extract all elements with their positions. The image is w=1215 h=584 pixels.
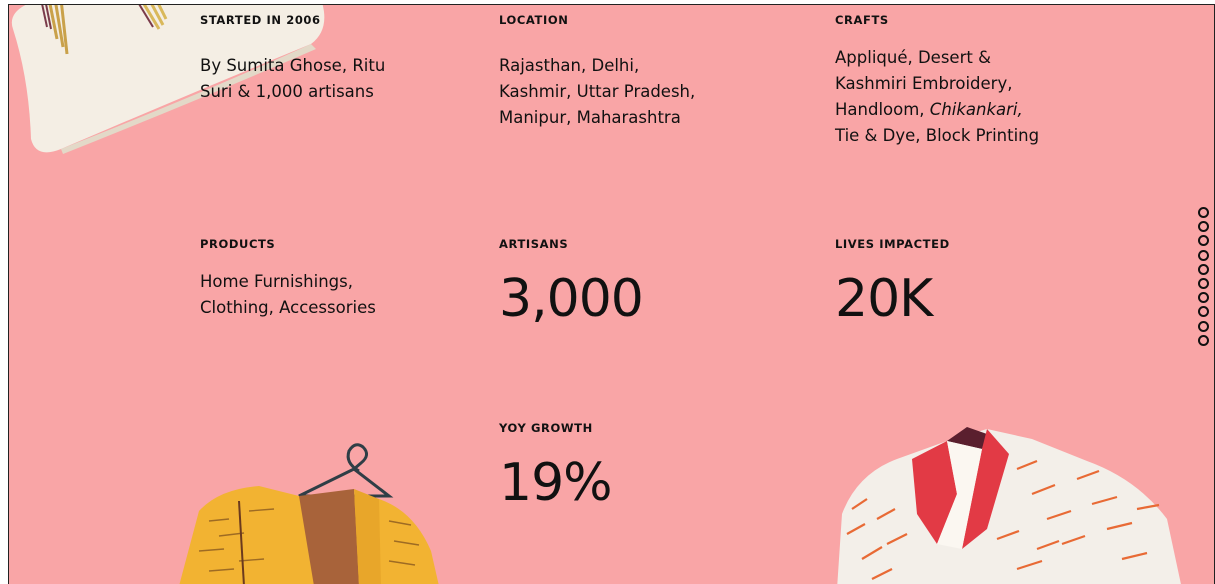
stat-location: LOCATION Rajasthan, Delhi, Kashmir, Utta…: [499, 13, 779, 131]
stat-value: 3,000: [499, 269, 644, 329]
text-line: Appliqué, Desert &: [835, 48, 991, 67]
nav-dot-icon[interactable]: [1198, 221, 1209, 233]
stat-lives-impacted: LIVES IMPACTED 20K: [835, 237, 1115, 327]
stat-label: CRAFTS: [835, 13, 889, 27]
text-line: Clothing, Accessories: [200, 298, 376, 317]
text-italic: Chikankari,: [929, 100, 1023, 119]
kurta-garment-image: [837, 427, 1181, 584]
stat-description: Home Furnishings, Clothing, Accessories: [200, 269, 460, 321]
text-line: Manipur, Maharashtra: [499, 108, 681, 127]
stat-description: Rajasthan, Delhi, Kashmir, Uttar Pradesh…: [499, 53, 779, 131]
nav-dot-icon[interactable]: [1198, 249, 1209, 261]
stat-label: LIVES IMPACTED: [835, 237, 950, 251]
text-line: Suri & 1,000 artisans: [200, 82, 374, 101]
stat-label: STARTED IN 2006: [200, 13, 321, 27]
stat-label: LOCATION: [499, 13, 569, 27]
text-line: Kashmir, Uttar Pradesh,: [499, 82, 696, 101]
nav-dot-icon[interactable]: [1198, 334, 1209, 346]
stat-value: 20K: [835, 269, 933, 329]
stat-description: By Sumita Ghose, Ritu Suri & 1,000 artis…: [200, 53, 460, 105]
nav-dot-icon[interactable]: [1198, 263, 1209, 275]
nav-dot-icon[interactable]: [1198, 292, 1209, 304]
stat-products: PRODUCTS Home Furnishings, Clothing, Acc…: [200, 237, 460, 321]
text-line: Handloom, Chikankari,: [835, 97, 1155, 123]
text-segment: Handloom,: [835, 100, 930, 119]
nav-dot-icon[interactable]: [1198, 306, 1209, 318]
nav-dot-icon[interactable]: [1198, 277, 1209, 289]
text-line: By Sumita Ghose, Ritu: [200, 56, 386, 75]
stat-started: STARTED IN 2006 By Sumita Ghose, Ritu Su…: [200, 13, 460, 105]
nav-dot-icon[interactable]: [1198, 235, 1209, 247]
stat-label: ARTISANS: [499, 237, 569, 251]
garment-on-hanger-image: [179, 443, 439, 584]
stat-value: 19%: [499, 453, 613, 513]
text-line: Tie & Dye, Block Printing: [835, 126, 1040, 145]
text-line: Kashmiri Embroidery,: [835, 74, 1013, 93]
stat-description: Appliqué, Desert & Kashmiri Embroidery, …: [835, 45, 1155, 149]
stat-label: PRODUCTS: [200, 237, 276, 251]
stat-yoy-growth: YOY GROWTH 19%: [499, 421, 779, 511]
stat-label: YOY GROWTH: [499, 421, 593, 435]
nav-dot-icon[interactable]: [1198, 207, 1209, 218]
stat-crafts: CRAFTS Appliqué, Desert & Kashmiri Embro…: [835, 13, 1155, 149]
text-line: Home Furnishings,: [200, 272, 353, 291]
page-frame: STARTED IN 2006 By Sumita Ghose, Ritu Su…: [8, 4, 1215, 584]
nav-dot-icon[interactable]: [1198, 320, 1209, 332]
text-line: Rajasthan, Delhi,: [499, 56, 640, 75]
section-nav-dots: [1198, 207, 1209, 346]
stat-artisans: ARTISANS 3,000: [499, 237, 779, 327]
